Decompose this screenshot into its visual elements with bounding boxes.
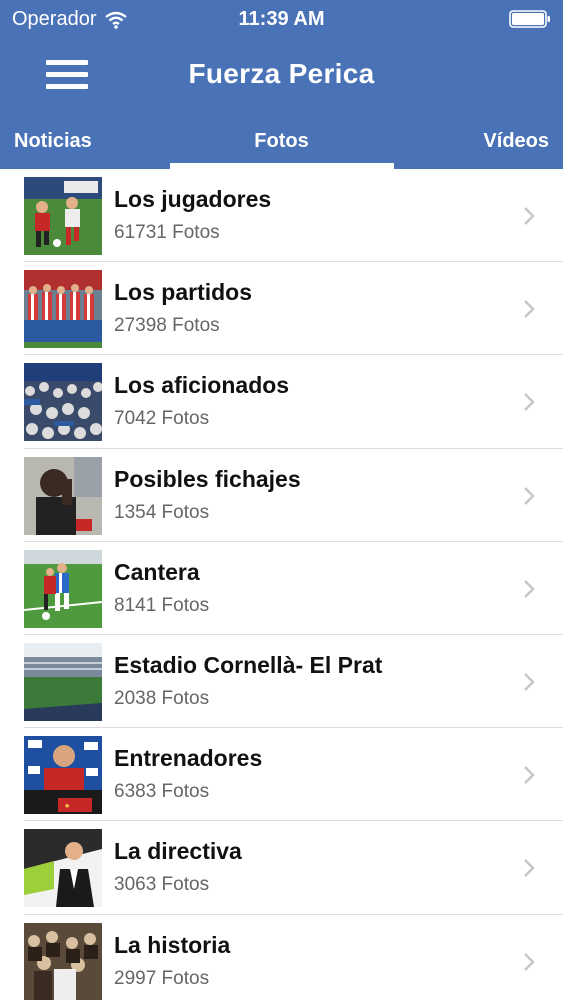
chevron-right-icon [524,486,535,505]
album-title: Los partidos [114,279,253,306]
chevron-right-icon [524,766,535,784]
chevron-right-icon [524,207,535,225]
album-title: Los aficionados [114,372,290,399]
album-row-estadio[interactable]: Estadio Cornellà- El Prat 2038 Fotos [0,635,563,729]
album-title: Los jugadores [114,186,272,212]
album-row-posibles-fichajes[interactable]: Posibles fichajes 1354 Fotos [0,449,563,542]
matches-photo [24,270,102,349]
svg-text:★: ★ [64,802,70,810]
battery-icon [509,10,550,28]
board-photo [24,829,102,908]
album-title: Cantera [114,558,200,585]
album-count: 7042 Fotos [114,408,210,430]
fans-photo [24,363,102,442]
clock: 11:39 AM [238,8,325,30]
chevron-right-icon [524,859,535,878]
album-row-los-jugadores[interactable]: Los jugadores 61731 Fotos [0,169,563,263]
history-photo [24,922,102,1000]
album-title: La historia [114,931,231,958]
album-count: 1354 Fotos [114,501,210,523]
app-title: Fuerza Perica [188,58,375,89]
chevron-right-icon [524,673,535,691]
album-title: La directiva [114,838,242,865]
album-count: 6383 Fotos [114,781,210,803]
album-count: 3063 Fotos [114,874,210,896]
players-photo [24,177,102,255]
album-row-cantera[interactable]: Cantera 8141 Fotos [0,542,563,635]
tab-bar: Noticias Fotos Vídeos [0,112,563,169]
tab-videos[interactable]: Vídeos [483,130,549,153]
navbar: Fuerza Perica [0,40,563,112]
signings-photo [24,456,102,535]
album-title: Estadio Cornellà- El Prat [114,651,383,678]
chevron-right-icon [524,579,535,598]
coaches-photo: ★ [24,736,102,815]
album-row-los-aficionados[interactable]: Los aficionados 7042 Fotos [0,355,563,449]
album-count: 27398 Fotos [114,315,220,337]
album-row-los-partidos[interactable]: Los partidos 27398 Fotos [0,262,563,356]
album-row-la-historia[interactable]: La historia 2997 Fotos [0,915,563,1000]
album-count: 8141 Fotos [114,594,210,616]
album-row-entrenadores[interactable]: ★ Entrenadores 6383 Fotos [0,728,563,822]
album-count: 2997 Fotos [114,967,210,989]
album-count: 61731 Fotos [114,222,220,243]
chevron-right-icon [524,952,535,971]
youth-photo [24,549,102,628]
status-bar: Operador 11:39 AM [0,0,563,40]
tab-fotos[interactable]: Fotos [0,130,563,153]
stadium-photo [24,642,102,721]
album-list: Los jugadores 61731 Fotos Los partidos 2… [0,169,563,1000]
chevron-right-icon [524,300,535,319]
album-count: 2038 Fotos [114,687,210,709]
album-title: Entrenadores [114,745,263,772]
album-row-la-directiva[interactable]: La directiva 3063 Fotos [0,821,563,915]
chevron-right-icon [524,393,535,412]
album-title: Posibles fichajes [114,465,301,492]
app-header: Operador 11:39 AM Fuerza Perica Noticias… [0,0,563,169]
